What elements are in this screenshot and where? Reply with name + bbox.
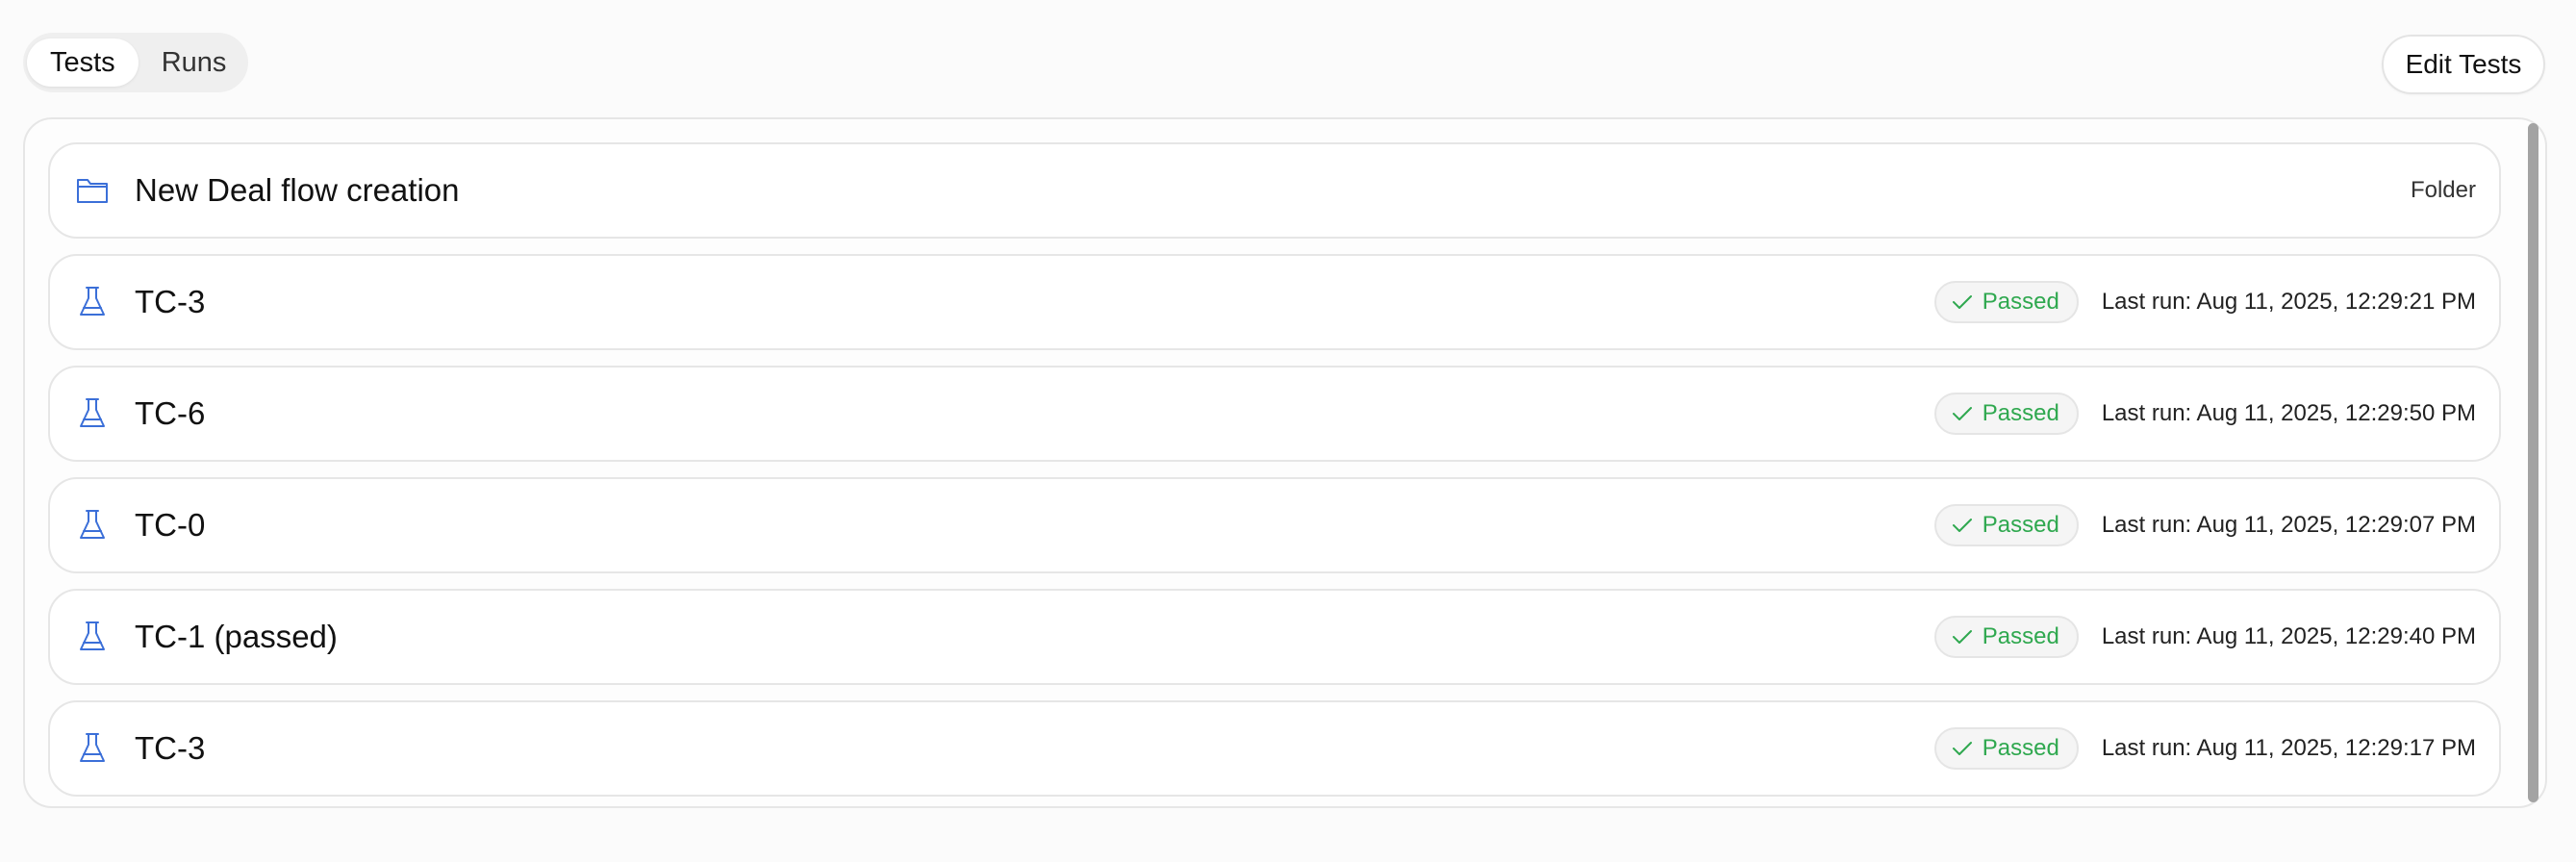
last-run-text: Last run: Aug 11, 2025, 12:29:07 PM xyxy=(2101,512,2476,538)
folder-type-label: Folder xyxy=(2410,177,2476,203)
flask-icon xyxy=(75,731,110,766)
folder-icon xyxy=(75,173,110,208)
check-icon xyxy=(1952,407,1972,420)
test-name: TC-3 xyxy=(135,284,206,319)
last-run-text: Last run: Aug 11, 2025, 12:29:17 PM xyxy=(2101,735,2476,761)
flask-icon xyxy=(75,285,110,319)
status-badge: Passed xyxy=(1933,393,2079,435)
check-icon xyxy=(1952,295,1972,309)
status-badge: Passed xyxy=(1933,727,2079,770)
test-meta: Passed Last run: Aug 11, 2025, 12:29:50 … xyxy=(1933,393,2476,435)
check-icon xyxy=(1952,630,1972,644)
last-run-text: Last run: Aug 11, 2025, 12:29:40 PM xyxy=(2101,623,2476,649)
test-name: TC-1 (passed) xyxy=(135,619,338,654)
view-tabs: Tests Runs xyxy=(23,33,248,92)
scrollbar[interactable] xyxy=(2528,123,2538,802)
test-row[interactable]: TC-6 Passed Last run: Aug 11, 2025, 12:2… xyxy=(48,366,2501,462)
tests-page: Tests Runs Edit Tests New Deal flow crea… xyxy=(0,0,2576,862)
status-badge: Passed xyxy=(1933,504,2079,546)
test-row[interactable]: TC-1 (passed) Passed Last run: Aug 11, 2… xyxy=(48,589,2501,685)
test-name: TC-3 xyxy=(135,730,206,766)
test-row[interactable]: TC-3 Passed Last run: Aug 11, 2025, 12:2… xyxy=(48,700,2501,797)
folder-row[interactable]: New Deal flow creation Folder xyxy=(48,142,2501,239)
status-text: Passed xyxy=(1982,289,2059,315)
test-meta: Passed Last run: Aug 11, 2025, 12:29:40 … xyxy=(1933,616,2476,658)
status-text: Passed xyxy=(1982,735,2059,761)
test-row[interactable]: TC-0 Passed Last run: Aug 11, 2025, 12:2… xyxy=(48,477,2501,573)
tests-list: New Deal flow creation Folder TC-3 Passe… xyxy=(48,142,2501,812)
test-meta: Passed Last run: Aug 11, 2025, 12:29:07 … xyxy=(1933,504,2476,546)
status-text: Passed xyxy=(1982,512,2059,538)
last-run-text: Last run: Aug 11, 2025, 12:29:50 PM xyxy=(2101,400,2476,426)
test-name: TC-6 xyxy=(135,395,206,431)
flask-icon xyxy=(75,508,110,543)
test-meta: Passed Last run: Aug 11, 2025, 12:29:21 … xyxy=(1933,281,2476,323)
test-row[interactable]: TC-3 Passed Last run: Aug 11, 2025, 12:2… xyxy=(48,254,2501,350)
tab-runs[interactable]: Runs xyxy=(139,38,250,87)
test-name: TC-0 xyxy=(135,507,206,543)
test-meta: Passed Last run: Aug 11, 2025, 12:29:17 … xyxy=(1933,727,2476,770)
flask-icon xyxy=(75,396,110,431)
status-badge: Passed xyxy=(1933,616,2079,658)
tab-tests[interactable]: Tests xyxy=(27,38,139,87)
last-run-text: Last run: Aug 11, 2025, 12:29:21 PM xyxy=(2101,289,2476,315)
status-badge: Passed xyxy=(1933,281,2079,323)
check-icon xyxy=(1952,519,1972,532)
status-text: Passed xyxy=(1982,400,2059,426)
edit-tests-button[interactable]: Edit Tests xyxy=(2382,35,2545,94)
status-text: Passed xyxy=(1982,623,2059,649)
flask-icon xyxy=(75,620,110,654)
check-icon xyxy=(1952,742,1972,755)
folder-name: New Deal flow creation xyxy=(135,172,460,208)
